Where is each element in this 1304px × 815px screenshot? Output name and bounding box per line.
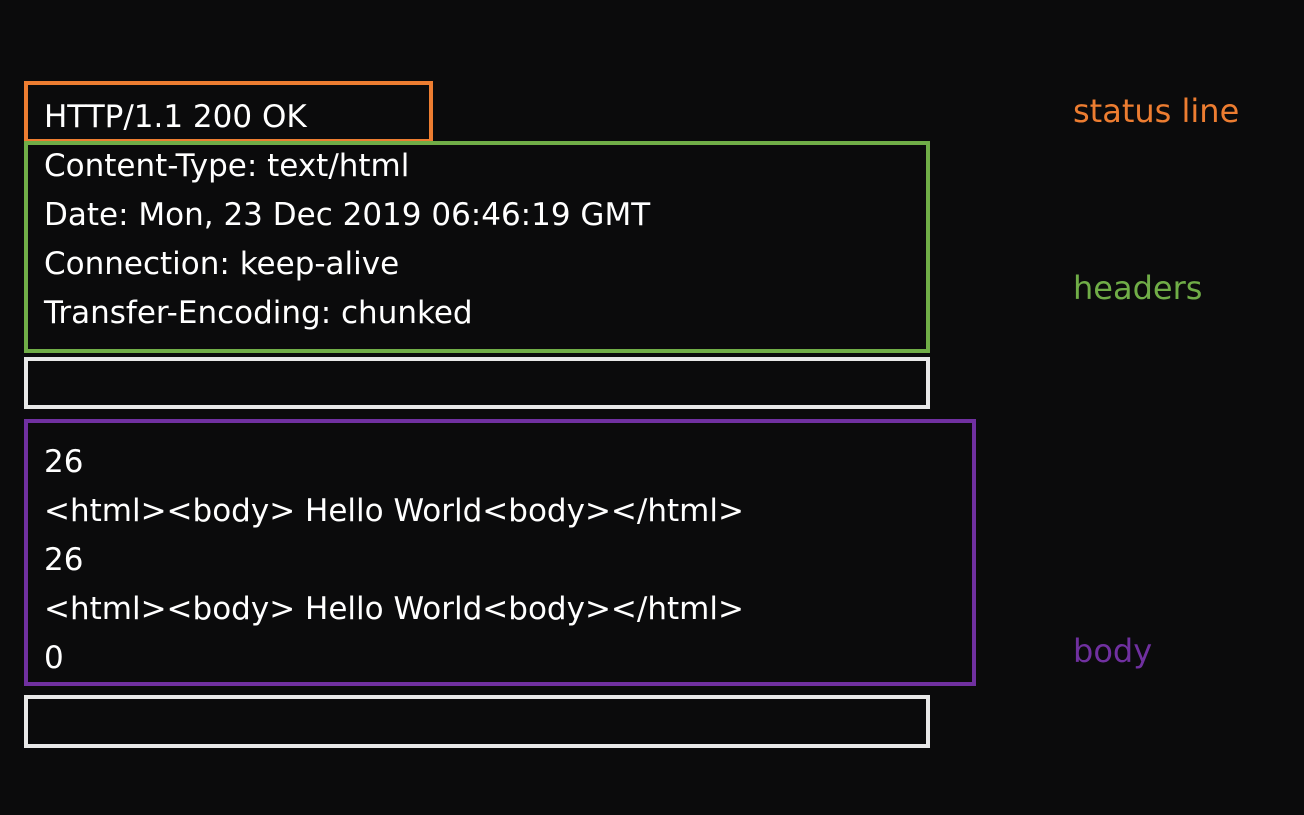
body-line: 26 <box>44 542 84 578</box>
status-line-text: HTTP/1.1 200 OK <box>44 99 307 135</box>
body-line: 26 <box>44 444 84 480</box>
header-line: Content-Type: text/html <box>44 148 410 184</box>
blank-line-box-after-headers <box>24 357 930 409</box>
headers-label: headers <box>1073 269 1203 307</box>
body-box <box>24 419 976 686</box>
header-line: Connection: keep-alive <box>44 246 400 282</box>
blank-line-box-after-body <box>24 695 930 748</box>
header-line: Date: Mon, 23 Dec 2019 06:46:19 GMT <box>44 197 651 233</box>
header-line: Transfer-Encoding: chunked <box>44 295 473 331</box>
body-line: <html><body> Hello World<body></html> <box>44 493 744 529</box>
status-line-label: status line <box>1073 92 1240 130</box>
body-label: body <box>1073 632 1153 670</box>
body-line: 0 <box>44 640 64 676</box>
body-line: <html><body> Hello World<body></html> <box>44 591 744 627</box>
